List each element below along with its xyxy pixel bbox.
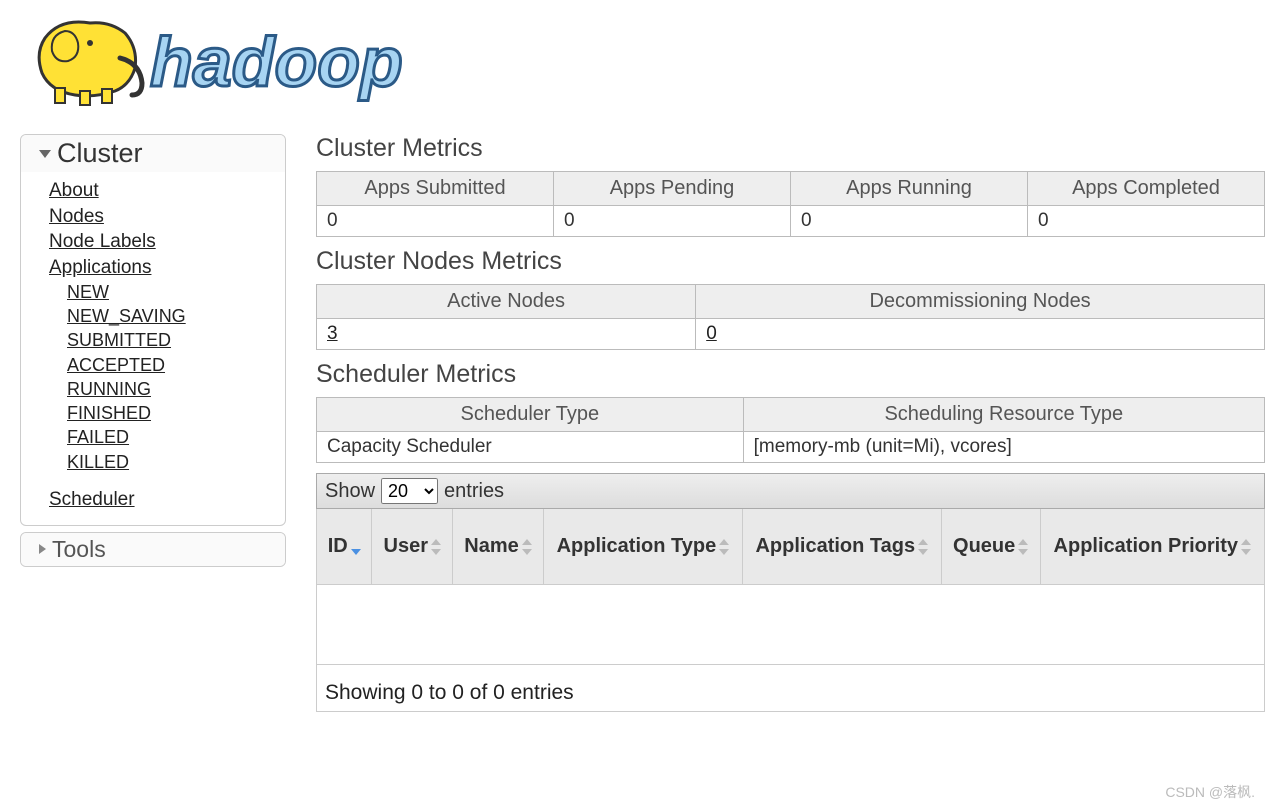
logo-text: hadoop — [150, 23, 403, 101]
metric-value: 0 — [791, 206, 1028, 237]
sort-down-icon — [351, 538, 361, 556]
cluster-metrics-table: Apps SubmittedApps PendingApps RunningAp… — [316, 171, 1265, 237]
sort-icon — [918, 538, 928, 556]
hadoop-logo: hadoop — [20, 8, 1265, 114]
entries-select[interactable]: 102050100 — [381, 478, 438, 504]
entries-label: entries — [444, 480, 504, 503]
column-header: Scheduling Resource Type — [743, 398, 1264, 432]
sort-icon — [522, 538, 532, 556]
apps-column-application-priority[interactable]: Application Priority — [1040, 509, 1264, 585]
sidebar-item-state-running[interactable]: RUNNING — [67, 379, 151, 399]
nodes-metrics-table: Active NodesDecommissioning Nodes 3 0 — [316, 284, 1265, 350]
column-header: Apps Pending — [554, 172, 791, 206]
column-header: Decommissioning Nodes — [696, 285, 1265, 319]
apps-column-queue[interactable]: Queue — [941, 509, 1040, 585]
sidebar-item-applications[interactable]: Applications — [49, 257, 151, 278]
show-label: Show — [325, 480, 375, 503]
entries-control-bar: Show 102050100 entries — [316, 473, 1265, 509]
cluster-label: Cluster — [57, 138, 143, 169]
column-header: Apps Completed — [1028, 172, 1265, 206]
nodes-count-link[interactable]: 0 — [706, 323, 717, 344]
sidebar-item-state-finished[interactable]: FINISHED — [67, 403, 151, 423]
sidebar-item-state-new_saving[interactable]: NEW_SAVING — [67, 306, 186, 326]
apps-column-id[interactable]: ID — [317, 509, 372, 585]
sort-icon — [1241, 538, 1251, 556]
tools-header[interactable]: Tools — [21, 533, 285, 566]
sidebar-item-state-accepted[interactable]: ACCEPTED — [67, 355, 165, 375]
chevron-right-icon — [39, 544, 46, 554]
watermark: CSDN @落枫. — [1165, 782, 1255, 802]
column-header: Apps Running — [791, 172, 1028, 206]
apps-column-name[interactable]: Name — [453, 509, 544, 585]
sidebar-item-about[interactable]: About — [49, 180, 99, 201]
nodes-count-link[interactable]: 3 — [327, 323, 338, 344]
sort-icon — [431, 538, 441, 556]
sidebar-item-state-submitted[interactable]: SUBMITTED — [67, 330, 171, 350]
scheduler-metrics-heading: Scheduler Metrics — [316, 360, 1265, 389]
sidebar-item-state-new[interactable]: NEW — [67, 282, 109, 302]
metric-value: 0 — [317, 206, 554, 237]
cluster-metrics-heading: Cluster Metrics — [316, 134, 1265, 163]
applications-table: IDUserNameApplication TypeApplication Ta… — [316, 509, 1265, 665]
metric-value: 0 — [554, 206, 791, 237]
apps-column-user[interactable]: User — [372, 509, 453, 585]
sort-icon — [719, 538, 729, 556]
sidebar-item-scheduler[interactable]: Scheduler — [49, 489, 135, 510]
metric-value: Capacity Scheduler — [317, 432, 744, 463]
sidebar-item-node-labels[interactable]: Node Labels — [49, 231, 156, 252]
metric-value: 0 — [1028, 206, 1265, 237]
sidebar: Cluster About Nodes Node Labels Applicat… — [20, 134, 286, 573]
apps-column-application-tags[interactable]: Application Tags — [742, 509, 941, 585]
sidebar-item-state-killed[interactable]: KILLED — [67, 452, 129, 472]
sort-icon — [1018, 538, 1028, 556]
chevron-down-icon — [39, 150, 51, 158]
metric-value: [memory-mb (unit=Mi), vcores] — [743, 432, 1264, 463]
main-content: Cluster Metrics Apps SubmittedApps Pendi… — [316, 134, 1265, 712]
scheduler-metrics-table: Scheduler TypeScheduling Resource Type C… — [316, 397, 1265, 463]
tools-panel: Tools — [20, 532, 286, 567]
column-header: Scheduler Type — [317, 398, 744, 432]
cluster-header[interactable]: Cluster — [21, 135, 285, 172]
table-row-empty — [317, 585, 1265, 665]
sidebar-item-nodes[interactable]: Nodes — [49, 206, 104, 227]
cluster-panel: Cluster About Nodes Node Labels Applicat… — [20, 134, 286, 526]
column-header: Apps Submitted — [317, 172, 554, 206]
sidebar-item-state-failed[interactable]: FAILED — [67, 427, 129, 447]
cluster-nodes-metrics-heading: Cluster Nodes Metrics — [316, 247, 1265, 276]
apps-column-application-type[interactable]: Application Type — [543, 509, 742, 585]
table-footer-info: Showing 0 to 0 of 0 entries — [316, 665, 1265, 712]
tools-label: Tools — [52, 536, 106, 563]
column-header: Active Nodes — [317, 285, 696, 319]
